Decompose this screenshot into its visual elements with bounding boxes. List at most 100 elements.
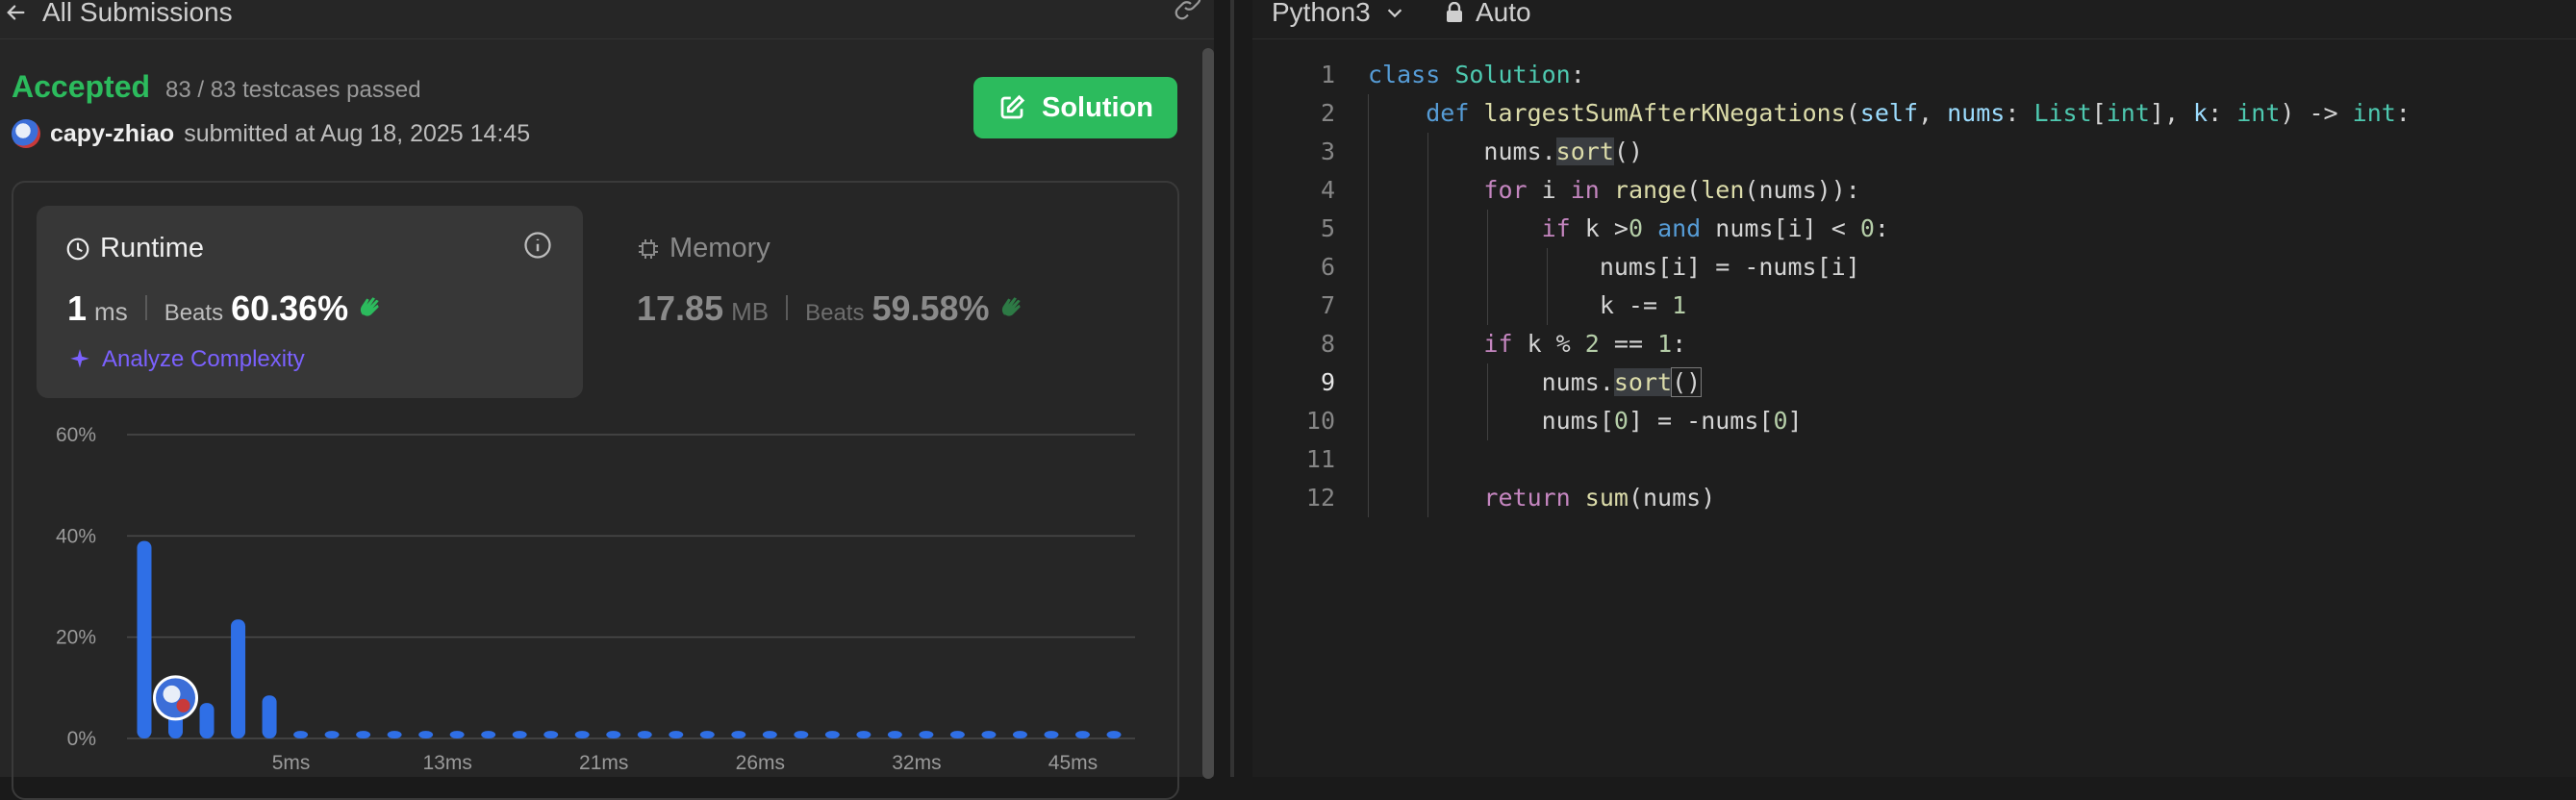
chart-bar[interactable] [919, 731, 934, 738]
info-icon[interactable] [523, 231, 552, 260]
chart-bar[interactable] [731, 731, 746, 738]
memory-unit: MB [731, 297, 770, 326]
runtime-beats-label: Beats [164, 300, 224, 326]
chart-bar[interactable] [699, 731, 715, 738]
chart-bar[interactable] [794, 731, 809, 738]
chart-bar[interactable] [418, 731, 434, 738]
code-line: 11 [1305, 445, 1335, 473]
link-icon[interactable] [1172, 0, 1204, 23]
chart-bar[interactable] [824, 731, 840, 738]
separator [144, 295, 147, 320]
chart-bar[interactable] [262, 695, 277, 738]
code-line: 4 for i in range(len(nums)): [1320, 176, 1860, 204]
memory-beats-percent: 59.58% [871, 288, 990, 328]
username[interactable]: capy-zhiao [50, 120, 174, 148]
resize-handle[interactable] [1230, 0, 1234, 777]
avatar[interactable] [12, 119, 40, 148]
runtime-beats-percent: 60.36% [231, 288, 349, 328]
y-tick-label: 0% [67, 728, 96, 750]
code-line: 12 return sum(nums) [1305, 484, 1716, 512]
edit-icon [1000, 94, 1025, 119]
chart-bar[interactable] [387, 731, 402, 738]
chart-bar[interactable] [543, 731, 559, 738]
submission-status: Accepted 83 / 83 testcases passed [12, 69, 421, 105]
testcases-label: 83 / 83 testcases passed [165, 77, 421, 103]
x-tick-label: 5ms [272, 752, 311, 774]
code-line: 7 k -= 1 [1320, 291, 1687, 319]
panel-divider[interactable] [1214, 0, 1252, 777]
chart-bar[interactable] [293, 731, 309, 738]
chart-bar[interactable] [449, 731, 465, 738]
chart-bar[interactable] [762, 731, 777, 738]
y-tick-label: 20% [56, 627, 96, 649]
separator [786, 295, 789, 320]
chart-bar[interactable] [887, 731, 902, 738]
chart-bar[interactable] [356, 731, 371, 738]
lock-icon [1447, 2, 1462, 22]
y-tick-label: 60% [56, 424, 96, 446]
code-line: 10 nums[0] = -nums[0] [1305, 407, 1803, 435]
code-line: 6 nums[i] = -nums[i] [1320, 253, 1860, 281]
chart-bar[interactable] [669, 731, 684, 738]
language-select[interactable]: Python3 [1272, 0, 1405, 27]
x-tick-label: 26ms [736, 752, 785, 774]
left-scrollbar[interactable] [1200, 38, 1214, 779]
solution-label: Solution [1042, 91, 1153, 123]
code-line: 1 class Solution: [1320, 61, 1585, 88]
chart-bar[interactable] [137, 540, 152, 738]
back-to-submissions[interactable]: All Submissions [6, 0, 233, 27]
chart-bar[interactable] [606, 731, 621, 738]
memory-value: 17.85 [637, 288, 724, 328]
x-tick-label: 45ms [1048, 752, 1098, 774]
chart-bar[interactable] [856, 731, 871, 738]
code-line: 8 if k % 2 == 1: [1320, 330, 1687, 358]
code-line: 5 if k >0 and nums[i] < 0: [1320, 214, 1889, 242]
chart-bar[interactable] [512, 731, 527, 738]
clap-icon [1001, 297, 1021, 316]
analyze-complexity-button[interactable]: Analyze Complexity [67, 346, 305, 373]
x-tick-label: 13ms [422, 752, 471, 774]
chart-bar[interactable] [481, 731, 496, 738]
code-editor-panel: Python3 Auto 1 class Solution: 2 def larg… [1252, 0, 2576, 777]
chart-bar[interactable] [1106, 731, 1122, 738]
accepted-label: Accepted [12, 69, 151, 104]
chart-bar[interactable] [231, 619, 246, 738]
code-line: 3 nums.sort() [1320, 138, 1643, 165]
auto-mode[interactable]: Auto [1445, 0, 1531, 27]
chart-bar[interactable] [574, 731, 590, 738]
memory-title: Memory [637, 233, 770, 264]
submitter-info: capy-zhiao submitted at Aug 18, 2025 14:… [12, 119, 530, 148]
chart-bar[interactable] [1012, 731, 1027, 738]
x-tick-label: 21ms [579, 752, 628, 774]
runtime-distribution-chart[interactable]: 60% 40% 20% 0% 5ms 13ms 21ms 26ms 32ms 45ms [38, 413, 1174, 777]
back-label: All Submissions [42, 0, 233, 27]
chart-bar[interactable] [1074, 731, 1090, 738]
your-submission-marker[interactable] [153, 675, 199, 721]
runtime-values: 1 ms Beats 60.36% [67, 288, 385, 329]
chart-bar[interactable] [1044, 731, 1059, 738]
runtime-card[interactable]: Runtime 1 ms Beats 60.36% Analyze Comple… [37, 206, 583, 398]
sparkle-icon [70, 349, 89, 368]
runtime-title: Runtime [65, 233, 204, 264]
submitted-at: submitted at Aug 18, 2025 14:45 [184, 119, 531, 147]
arrow-left-icon [7, 5, 25, 20]
chart-bar[interactable] [324, 731, 340, 738]
chart-bar[interactable] [637, 731, 652, 738]
chart-bar[interactable] [981, 731, 997, 738]
memory-values: 17.85 MB Beats 59.58% [637, 288, 1026, 329]
code-line-active: 9 nums.sort() [1320, 367, 1703, 397]
memory-beats-label: Beats [805, 300, 865, 326]
memory-card[interactable]: Memory 17.85 MB Beats 59.58% [635, 206, 1174, 398]
chart-bar[interactable] [949, 731, 965, 738]
chart-bar[interactable] [199, 703, 215, 738]
clock-icon [66, 238, 89, 260]
solution-button[interactable]: Solution [973, 77, 1177, 138]
y-tick-label: 40% [56, 525, 96, 547]
runtime-value: 1 [67, 288, 88, 328]
code-area[interactable]: 1 class Solution: 2 def largestSumAfterKN… [1252, 56, 2576, 517]
scroll-thumb[interactable] [1202, 48, 1214, 779]
chevron-down-icon [1387, 9, 1402, 18]
runtime-unit: ms [94, 297, 128, 326]
x-tick-label: 32ms [892, 752, 941, 774]
editor-toolbar: Python3 Auto [1252, 0, 2576, 39]
